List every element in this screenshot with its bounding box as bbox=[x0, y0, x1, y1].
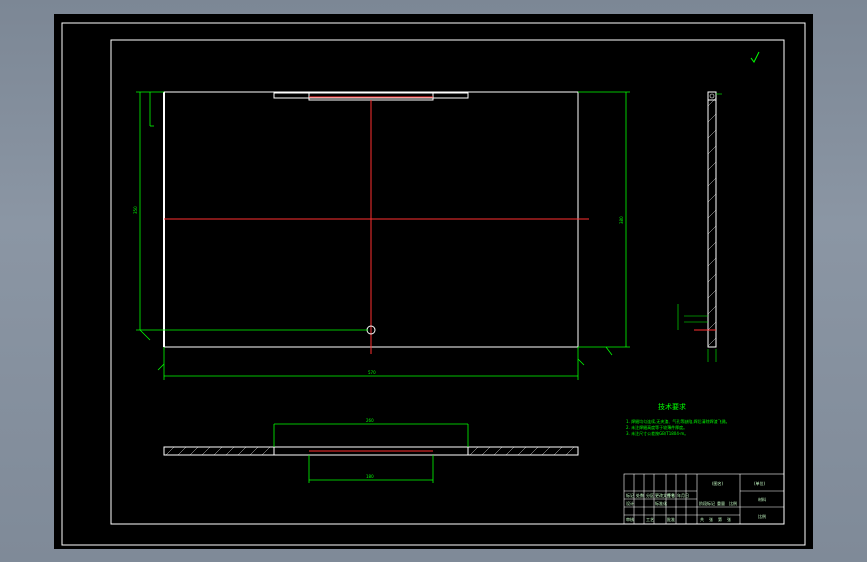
title-material: 材料 bbox=[758, 496, 766, 502]
side-view bbox=[677, 91, 722, 362]
title-row3-approve: 批准 bbox=[667, 516, 675, 522]
outer-frame bbox=[61, 22, 806, 546]
title-label-date: 年月日 bbox=[677, 492, 689, 498]
title-row3-sheet2: 张 bbox=[727, 516, 731, 522]
cad-drawing[interactable]: 350 380 570 260 180 技术要求 1. 焊缝均匀连续,无夹渣、气… bbox=[54, 14, 813, 549]
title-row2-standard: 标准化 bbox=[655, 500, 667, 506]
title-label-mark: 标记 bbox=[626, 492, 634, 498]
drawing-border bbox=[110, 39, 785, 525]
title-label-sign: 签名 bbox=[667, 492, 675, 498]
tech-notes: 技术要求 1. 焊缝均匀连续,无夹渣、气孔等缺陷,焊后清除焊渣飞溅。 2. 未注… bbox=[626, 402, 730, 436]
section-view: 260 180 bbox=[163, 418, 579, 483]
dim-right-height: 380 bbox=[619, 216, 624, 224]
cad-viewport[interactable]: 350 380 570 260 180 技术要求 1. 焊缝均匀连续,无夹渣、气… bbox=[54, 14, 813, 549]
dim-left-height: 350 bbox=[133, 206, 138, 214]
tech-notes-heading: 技术要求 bbox=[658, 402, 686, 411]
tech-note-1: 1. 焊缝均匀连续,无夹渣、气孔等缺陷,焊后清除焊渣飞溅。 bbox=[626, 418, 730, 424]
title-row2-scale: 比例 bbox=[729, 500, 737, 506]
front-view bbox=[163, 91, 589, 354]
title-row2-design: 设计 bbox=[626, 500, 634, 506]
title-row2-weight: 重量 bbox=[717, 500, 725, 506]
surface-finish-icon bbox=[750, 51, 760, 63]
tech-note-3: 3. 未注尺寸公差按GB/T1804-m。 bbox=[626, 430, 688, 436]
tech-note-2: 2. 未注焊缝高度等于较薄件厚度。 bbox=[626, 424, 687, 430]
dim-section-top: 260 bbox=[366, 418, 374, 423]
title-unit-name: (单位) bbox=[754, 480, 766, 486]
dimension-lines bbox=[136, 91, 630, 380]
title-row3-process: 工艺 bbox=[646, 517, 654, 522]
title-label-zone: 分区 bbox=[646, 492, 654, 498]
title-row3-sheet: 张 bbox=[709, 516, 713, 522]
title-row3-review: 审核 bbox=[626, 516, 634, 522]
title-scale: 比例 bbox=[758, 513, 766, 519]
dim-bottom-width: 570 bbox=[368, 370, 376, 375]
title-row3-total: 共 bbox=[700, 516, 704, 522]
title-drawing-name: (图名) bbox=[712, 480, 724, 486]
title-row2-stage: 阶段标记 bbox=[699, 500, 715, 506]
title-label-count: 处数 bbox=[636, 492, 644, 498]
title-row3-num: 第 bbox=[718, 516, 722, 522]
dim-section-bottom: 180 bbox=[366, 474, 374, 479]
